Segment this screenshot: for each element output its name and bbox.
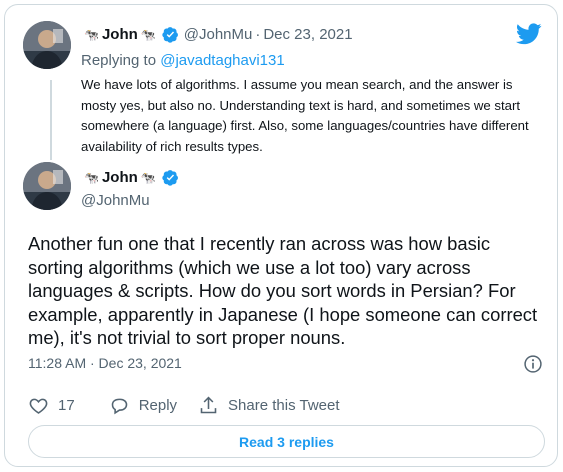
separator-dot: · xyxy=(255,26,261,43)
cow-emoji-right: 🐄 xyxy=(140,170,156,185)
reply-button[interactable]: Reply xyxy=(109,395,177,416)
share-upload-icon xyxy=(200,396,217,414)
cow-emoji-left: 🐄 xyxy=(84,170,99,185)
reply-author-line: 🐄 John 🐄 @JohnMu · Dec 23, 2021 xyxy=(81,26,353,43)
verified-badge-icon xyxy=(162,170,178,186)
tweet-embed-card: 🐄 John 🐄 @JohnMu · Dec 23, 2021 Replying… xyxy=(4,4,558,467)
reply-author-avatar[interactable] xyxy=(23,21,71,69)
reply-date-link[interactable]: Dec 23, 2021 xyxy=(263,26,352,43)
main-author-handle[interactable]: @JohnMu xyxy=(81,192,150,209)
like-button[interactable]: 17 xyxy=(28,395,75,416)
reply-author-handle[interactable]: @JohnMu xyxy=(184,26,253,43)
main-author-avatar[interactable] xyxy=(23,162,71,210)
main-author-name[interactable]: John xyxy=(102,169,138,186)
like-count: 17 xyxy=(58,397,75,414)
thread-connector-line xyxy=(50,80,52,160)
read-replies-button[interactable]: Read 3 replies xyxy=(28,425,545,458)
reply-label: Reply xyxy=(138,397,178,414)
verified-badge-icon xyxy=(162,27,178,43)
tweet-actions-bar: 17 Reply Share this Tweet xyxy=(28,395,340,416)
twitter-bird-icon[interactable] xyxy=(516,23,542,45)
main-tweet-text: Another fun one that I recently ran acro… xyxy=(28,233,538,348)
replying-prefix: Replying to xyxy=(81,52,157,69)
replying-to-link[interactable]: @javadtaghavi131 xyxy=(160,52,284,69)
share-label: Share this Tweet xyxy=(228,397,340,414)
heart-icon xyxy=(29,398,48,414)
speech-bubble-icon xyxy=(111,398,127,415)
replying-to-line: Replying to @javadtaghavi131 xyxy=(81,52,285,69)
share-button[interactable]: Share this Tweet xyxy=(198,395,340,416)
tweet-timestamp[interactable]: 11:28 AM · Dec 23, 2021 xyxy=(28,355,182,371)
main-author-line: 🐄 John 🐄 xyxy=(81,169,179,186)
info-icon[interactable] xyxy=(523,354,543,374)
cow-emoji-left: 🐄 xyxy=(84,27,99,42)
cow-emoji-right: 🐄 xyxy=(140,27,156,42)
reply-tweet-text: We have lots of algorithms. I assume you… xyxy=(81,77,529,154)
reply-author-name[interactable]: John xyxy=(102,26,138,43)
